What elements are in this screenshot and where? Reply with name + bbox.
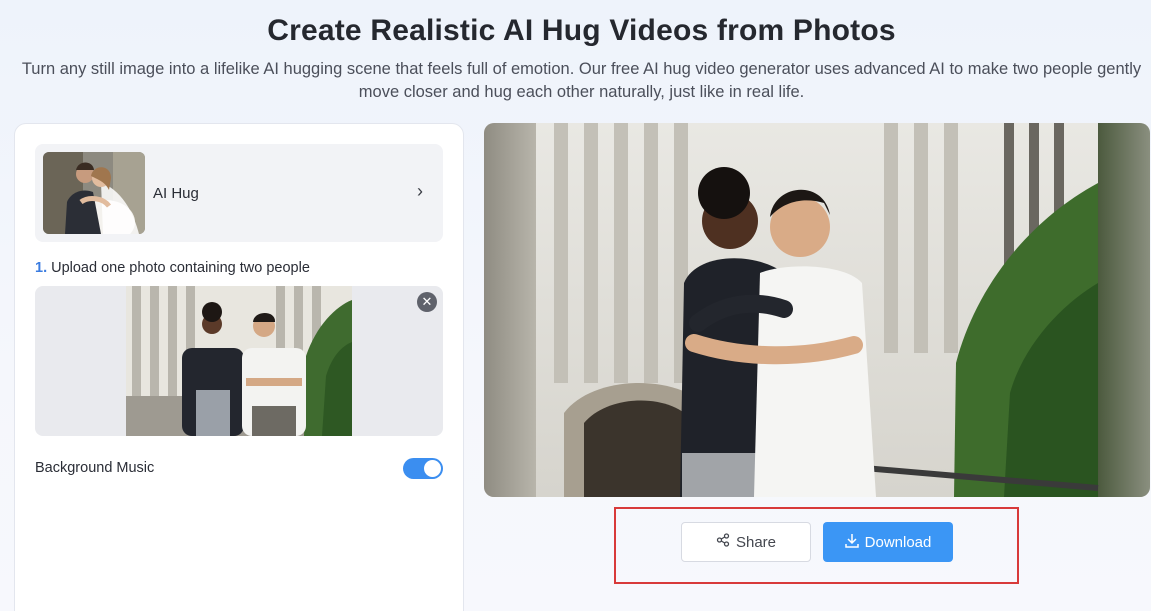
share-icon: [716, 533, 730, 551]
download-button[interactable]: Download: [823, 522, 953, 562]
step-text: Upload one photo containing two people: [51, 260, 310, 276]
toggle-knob: [424, 460, 441, 477]
upload-step-label: 1. Upload one photo containing two people: [35, 260, 310, 276]
uploaded-photo: [126, 286, 352, 436]
actions-highlight-box: [614, 507, 1019, 584]
model-selector[interactable]: AI Hug ›: [35, 144, 443, 242]
background-music-toggle[interactable]: [403, 458, 443, 479]
share-label: Share: [735, 533, 777, 551]
page-subtitle: Turn any still image into a lifelike AI …: [21, 60, 1142, 101]
settings-panel: AI Hug › 1. Upload one photo containing t…: [14, 123, 464, 611]
remove-photo-button[interactable]: ✕: [417, 292, 437, 312]
step-number: 1.: [35, 260, 48, 276]
download-label: Download: [864, 533, 932, 551]
background-music-label: Background Music: [35, 460, 155, 476]
share-button[interactable]: Share: [681, 522, 811, 562]
upload-area[interactable]: ✕: [35, 286, 443, 436]
model-label: AI Hug: [153, 184, 199, 202]
result-video-preview[interactable]: [484, 123, 1150, 497]
chevron-right-icon: ›: [417, 181, 423, 201]
download-icon: [844, 533, 859, 552]
model-thumbnail: [43, 152, 145, 234]
page-title: Create Realistic AI Hug Videos from Phot…: [267, 14, 896, 47]
